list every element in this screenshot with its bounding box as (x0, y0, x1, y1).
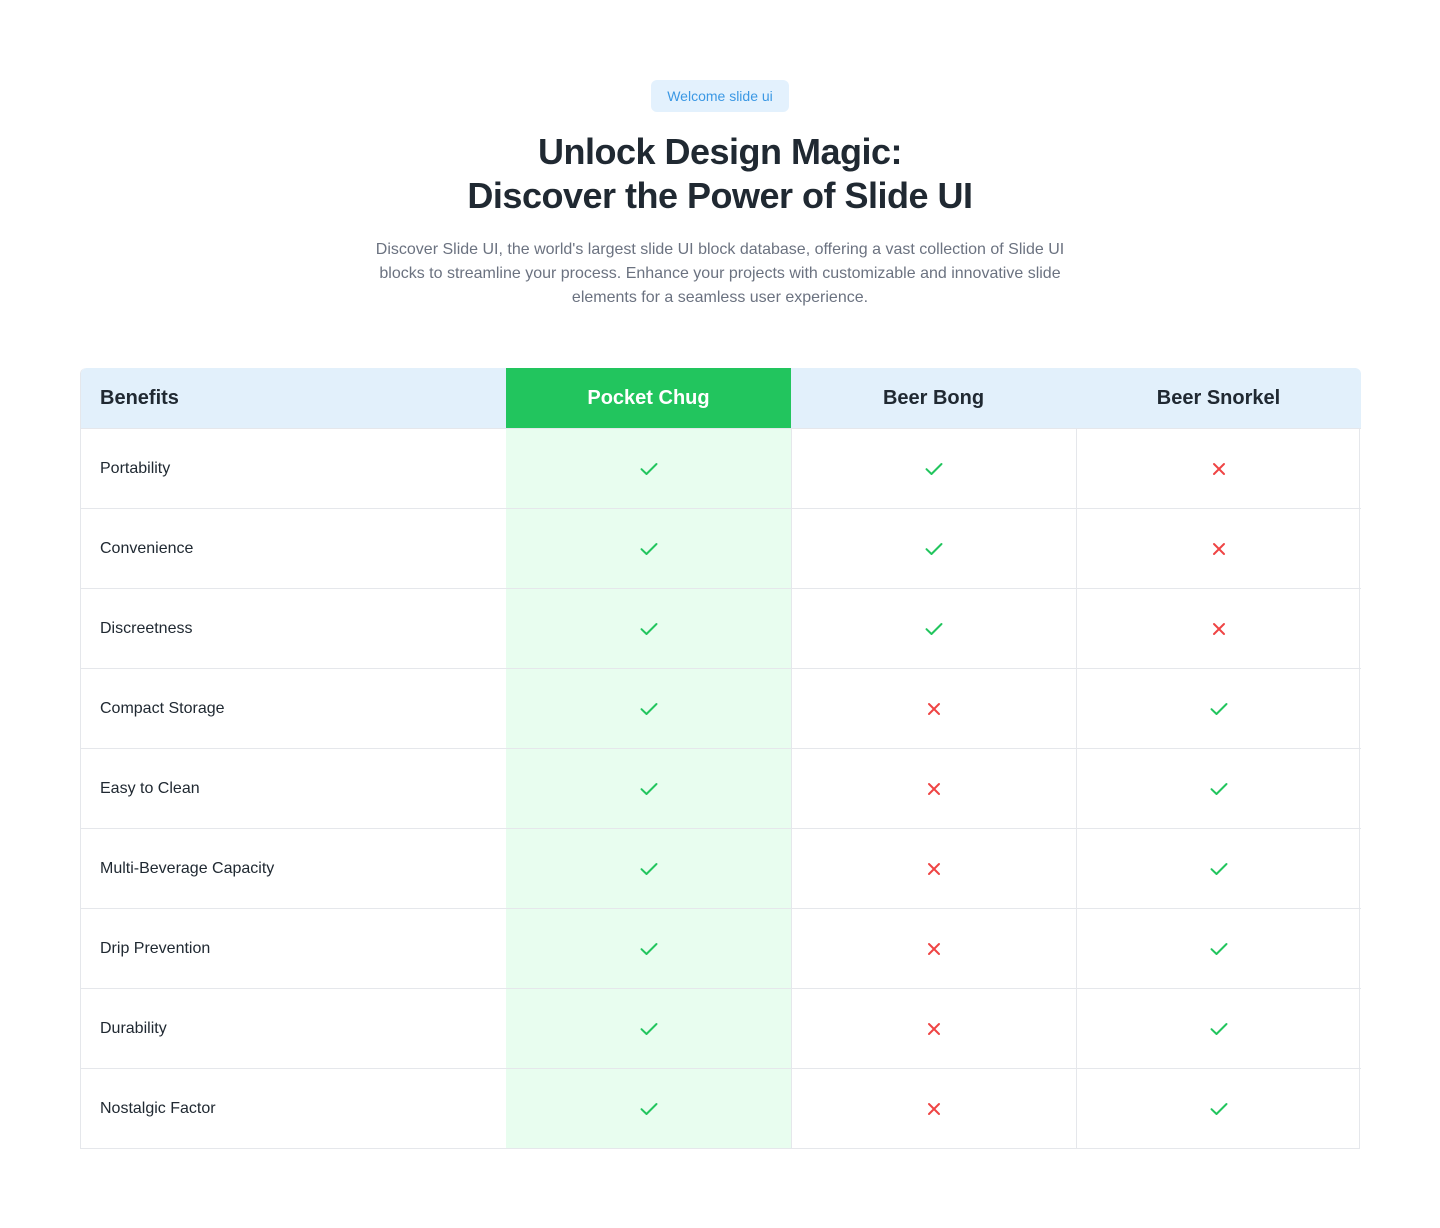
check-icon (640, 622, 658, 636)
check-icon (640, 1102, 658, 1116)
check-icon (1210, 702, 1228, 716)
check-icon (925, 622, 943, 636)
column-header-benefits: Benefits (81, 368, 506, 428)
table-cell (1076, 668, 1361, 748)
check-icon (925, 462, 943, 476)
page-title: Unlock Design Magic: Discover the Power … (0, 130, 1440, 218)
check-icon (640, 862, 658, 876)
check-icon (640, 1022, 658, 1036)
title-line-1: Unlock Design Magic: (537, 131, 903, 172)
check-icon (640, 542, 658, 556)
column-header-beer-bong: Beer Bong (791, 368, 1076, 428)
table-cell (506, 908, 791, 988)
cross-icon (927, 1022, 941, 1036)
row-label-durability: Durability (81, 988, 506, 1068)
comparison-grid: Benefits Pocket Chug Beer Bong Beer Snorkel… (80, 368, 1361, 1149)
row-label-nostalgic-factor: Nostalgic Factor (81, 1068, 506, 1148)
column-header-pocket-chug: Pocket Chug (506, 368, 791, 428)
table-cell (506, 508, 791, 588)
row-label-easy-to-clean: Easy to Clean (81, 748, 506, 828)
check-icon (640, 462, 658, 476)
table-cell (1076, 988, 1361, 1068)
table-cell (506, 748, 791, 828)
check-icon (1210, 942, 1228, 956)
row-label-multi-beverage-capacity: Multi-Beverage Capacity (81, 828, 506, 908)
column-header-beer-snorkel: Beer Snorkel (1076, 368, 1361, 428)
cross-icon (1212, 622, 1226, 636)
table-cell (1076, 508, 1361, 588)
table-cell (791, 908, 1076, 988)
table-cell (791, 828, 1076, 908)
table-cell (1076, 1068, 1361, 1148)
table-cell (506, 828, 791, 908)
table-cell (1076, 428, 1361, 508)
check-icon (1210, 862, 1228, 876)
table-cell (506, 668, 791, 748)
cross-icon (927, 702, 941, 716)
table-cell (791, 748, 1076, 828)
welcome-badge: Welcome slide ui (651, 80, 789, 112)
table-cell (506, 428, 791, 508)
check-icon (1210, 1102, 1228, 1116)
table-cell (791, 1068, 1076, 1148)
table-cell (506, 988, 791, 1068)
cross-icon (927, 1102, 941, 1116)
comparison-table: Benefits Pocket Chug Beer Bong Beer Snorkel… (80, 368, 1361, 1149)
check-icon (1210, 782, 1228, 796)
page: Welcome slide ui Unlock Design Magic: Di… (0, 0, 1440, 1228)
check-icon (640, 942, 658, 956)
row-label-portability: Portability (81, 428, 506, 508)
table-cell (1076, 828, 1361, 908)
row-label-compact-storage: Compact Storage (81, 668, 506, 748)
check-icon (925, 542, 943, 556)
table-cell (506, 588, 791, 668)
cross-icon (927, 942, 941, 956)
table-cell (791, 988, 1076, 1068)
table-cell (1076, 748, 1361, 828)
cross-icon (927, 782, 941, 796)
table-cell (791, 668, 1076, 748)
cross-icon (1212, 462, 1226, 476)
hero-description: Discover Slide UI, the world's largest s… (375, 241, 1065, 306)
row-label-discreetness: Discreetness (81, 588, 506, 668)
hero-section: Welcome slide ui Unlock Design Magic: Di… (0, 0, 1440, 310)
table-cell (791, 508, 1076, 588)
cross-icon (927, 862, 941, 876)
title-line-2: Discover the Power of Slide UI (467, 175, 973, 216)
table-cell (1076, 588, 1361, 668)
check-icon (1210, 1022, 1228, 1036)
cross-icon (1212, 542, 1226, 556)
check-icon (640, 782, 658, 796)
row-label-drip-prevention: Drip Prevention (81, 908, 506, 988)
row-label-convenience: Convenience (81, 508, 506, 588)
table-cell (1076, 908, 1361, 988)
table-cell (506, 1068, 791, 1148)
check-icon (640, 702, 658, 716)
table-cell (791, 588, 1076, 668)
table-cell (791, 428, 1076, 508)
